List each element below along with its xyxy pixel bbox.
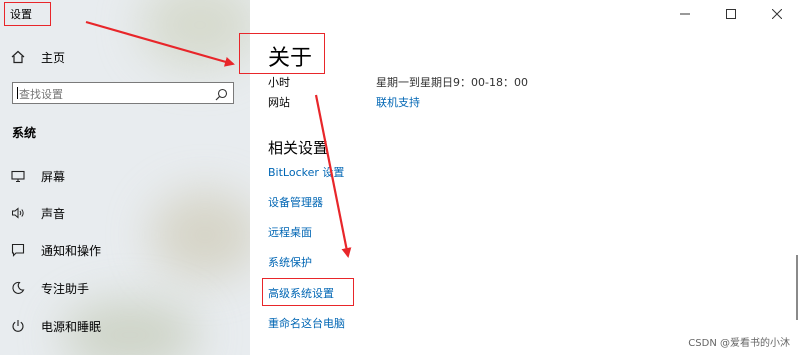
display-icon — [0, 169, 37, 183]
notification-icon — [0, 243, 37, 257]
sidebar-item-power[interactable]: 电源和睡眠 — [0, 313, 250, 339]
link-remote-desktop[interactable]: 远程桌面 — [268, 224, 312, 240]
minimize-icon[interactable] — [662, 0, 708, 28]
section-title: 系统 — [12, 126, 37, 140]
online-support-link[interactable]: 联机支持 — [376, 94, 420, 110]
sidebar-item-label: 专注助手 — [41, 281, 90, 296]
support-value-hours: 星期一到星期日9：00-18：00 — [376, 76, 528, 89]
maximize-icon[interactable] — [708, 0, 754, 28]
search-input[interactable] — [13, 84, 209, 105]
nav-home-label: 主页 — [41, 50, 66, 65]
nav-home[interactable]: 主页 — [0, 44, 250, 70]
focus-assist-icon — [0, 281, 37, 295]
related-settings-title: 相关设置 — [268, 139, 329, 157]
watermark: CSDN @爱看书的小沐 — [688, 338, 790, 349]
sidebar-item-focus-assist[interactable]: 专注助手 — [0, 275, 250, 301]
sidebar-item-label: 通知和操作 — [41, 243, 102, 258]
annotation-box-advanced — [262, 278, 354, 306]
link-rename-this-pc[interactable]: 重命名这台电脑 — [268, 315, 345, 331]
annotation-box-about — [239, 33, 325, 74]
search-icon[interactable] — [215, 86, 228, 105]
sidebar-item-display[interactable]: 屏幕 — [0, 163, 250, 189]
sidebar-item-notifications[interactable]: 通知和操作 — [0, 237, 250, 263]
sidebar-item-label: 电源和睡眠 — [41, 319, 102, 334]
support-label-hours: 小时 — [268, 76, 290, 89]
link-bitlocker-settings[interactable]: BitLocker 设置 — [268, 164, 344, 180]
search-box[interactable] — [12, 82, 234, 105]
support-label-website: 网站 — [268, 96, 290, 109]
sound-icon — [0, 206, 37, 220]
sidebar-item-label: 屏幕 — [41, 169, 66, 184]
window-controls — [662, 0, 800, 28]
sidebar: 设置 主页 系统 屏幕 声音 通知和操作 专注助手 — [0, 0, 250, 355]
link-device-manager[interactable]: 设备管理器 — [268, 194, 323, 210]
text-cursor — [17, 87, 18, 99]
power-icon — [0, 319, 37, 333]
close-icon[interactable] — [754, 0, 800, 28]
sidebar-item-label: 声音 — [41, 206, 66, 221]
home-icon — [0, 50, 37, 64]
scrollbar[interactable] — [796, 255, 798, 320]
link-system-protection[interactable]: 系统保护 — [268, 254, 312, 270]
annotation-box-settings — [4, 2, 51, 26]
sidebar-item-sound[interactable]: 声音 — [0, 200, 250, 226]
